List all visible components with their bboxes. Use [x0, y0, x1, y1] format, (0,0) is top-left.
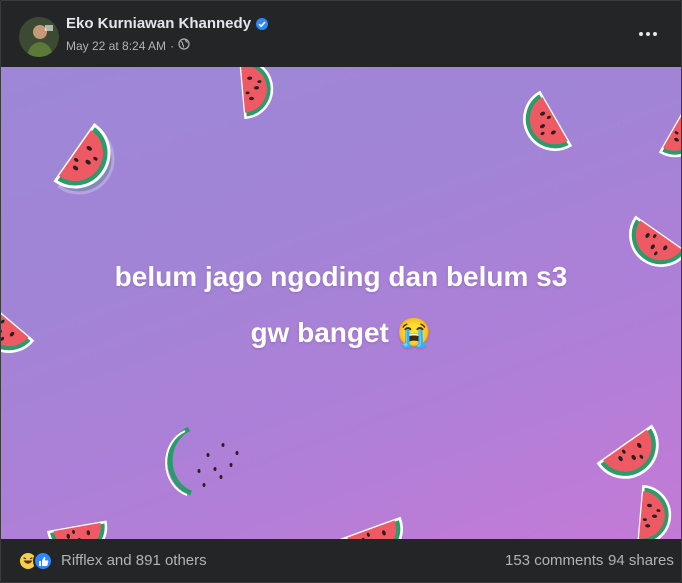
post-text-line-1: belum jago ngoding dan belum s3: [114, 261, 568, 292]
post-text-line-2: gw banget 😭: [1, 305, 681, 361]
like-reaction-icon: [33, 551, 53, 571]
post-text: belum jago ngoding dan belum s3 gw bange…: [1, 249, 681, 361]
post-media[interactable]: belum jago ngoding dan belum s3 gw bange…: [1, 67, 681, 539]
crying-emoji: 😭: [396, 317, 432, 348]
author-name-row: Eko Kurniawan Khannedy: [66, 15, 269, 32]
reactions-count[interactable]: Rifflex and 891 others: [61, 552, 207, 569]
shares-count[interactable]: 94 shares: [608, 552, 674, 569]
post-card: Eko Kurniawan Khannedy May 22 at 8:24 AM…: [0, 0, 682, 583]
globe-icon[interactable]: [178, 38, 190, 53]
post-meta: May 22 at 8:24 AM ·: [66, 38, 190, 53]
post-timestamp[interactable]: May 22 at 8:24 AM: [66, 39, 166, 53]
verified-badge-icon: [256, 17, 269, 30]
reaction-icons[interactable]: [18, 551, 58, 571]
author-name[interactable]: Eko Kurniawan Khannedy: [66, 15, 251, 32]
post-footer: Rifflex and 891 others 153 comments 94 s…: [1, 539, 681, 582]
author-avatar[interactable]: [19, 17, 59, 57]
meta-separator: ·: [170, 38, 175, 53]
more-options-icon[interactable]: [633, 21, 663, 47]
post-text-line-2-words: gw banget: [250, 317, 389, 348]
post-header: Eko Kurniawan Khannedy May 22 at 8:24 AM…: [1, 1, 681, 67]
comments-count[interactable]: 153 comments: [505, 552, 603, 569]
